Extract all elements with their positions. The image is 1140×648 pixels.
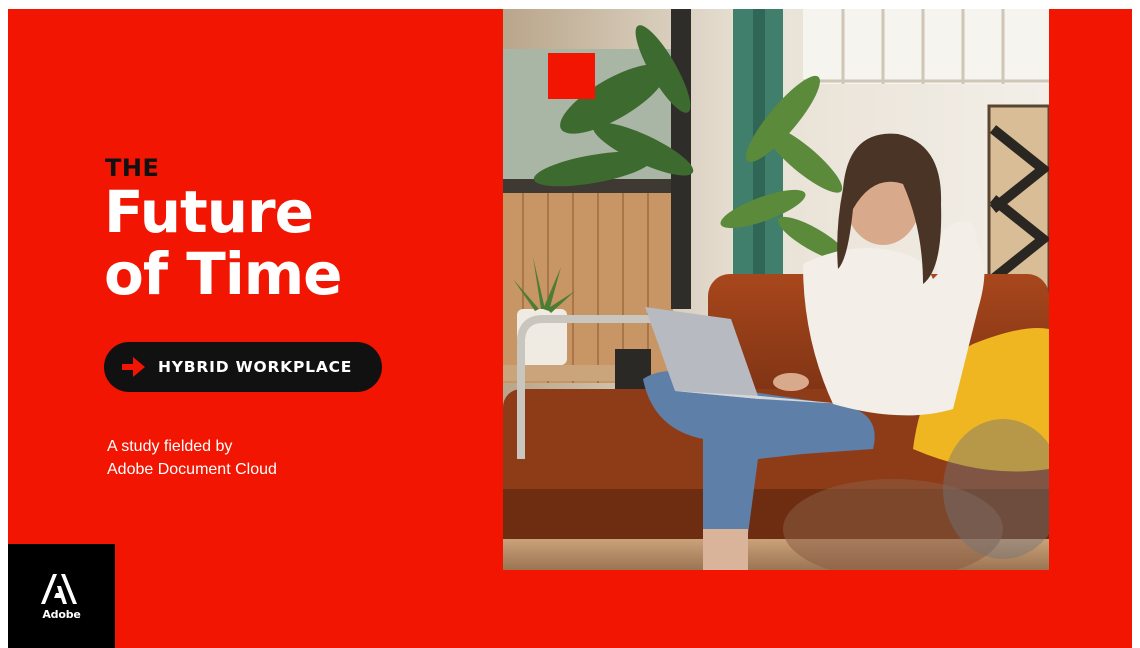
cover-slide: THE Future of Time HYBRID WORKPLACE A st… bbox=[8, 9, 1132, 648]
logo-wordmark: Adobe bbox=[42, 608, 81, 621]
accent-square bbox=[548, 53, 595, 99]
title-line-1: Future bbox=[104, 178, 314, 246]
page-title: Future of Time bbox=[104, 181, 434, 305]
arrow-right-icon bbox=[122, 356, 146, 378]
adobe-logo[interactable]: Adobe bbox=[8, 544, 115, 648]
byline-line-2: Adobe Document Cloud bbox=[107, 461, 277, 478]
hybrid-workplace-tag[interactable]: HYBRID WORKPLACE bbox=[104, 342, 382, 392]
adobe-logo-icon bbox=[41, 574, 77, 604]
byline-line-1: A study fielded by bbox=[107, 438, 233, 455]
tag-label: HYBRID WORKPLACE bbox=[158, 358, 353, 376]
title-line-2: of Time bbox=[104, 240, 343, 308]
byline: A study fielded by Adobe Document Cloud bbox=[107, 435, 277, 481]
